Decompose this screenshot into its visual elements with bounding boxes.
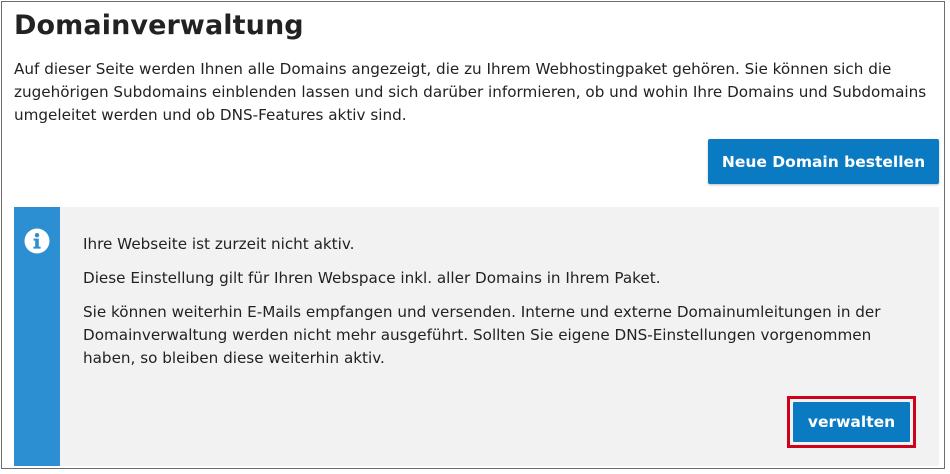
website-inactive-notice: Ihre Webseite ist zurzeit nicht aktiv. D… [14,207,939,466]
order-new-domain-button[interactable]: Neue Domain bestellen [708,139,939,184]
notice-line-scope: Diese Einstellung gilt für Ihren Webspac… [83,269,661,287]
info-icon [24,228,50,254]
notice-accent-bar [14,207,60,466]
notice-line-details: Sie können weiterhin E-Mails empfangen u… [83,303,881,367]
notice-line-status: Ihre Webseite ist zurzeit nicht aktiv. [83,235,355,253]
manage-button[interactable]: verwalten [793,402,910,442]
page-intro: Auf dieser Seite werden Ihnen alle Domai… [14,60,927,124]
domain-management-panel: Domainverwaltung Auf dieser Seite werden… [1,1,945,469]
notice-message: Ihre Webseite ist zurzeit nicht aktiv. D… [83,233,903,381]
page-title: Domainverwaltung [14,10,304,41]
manage-button-highlight: verwalten [787,396,916,448]
